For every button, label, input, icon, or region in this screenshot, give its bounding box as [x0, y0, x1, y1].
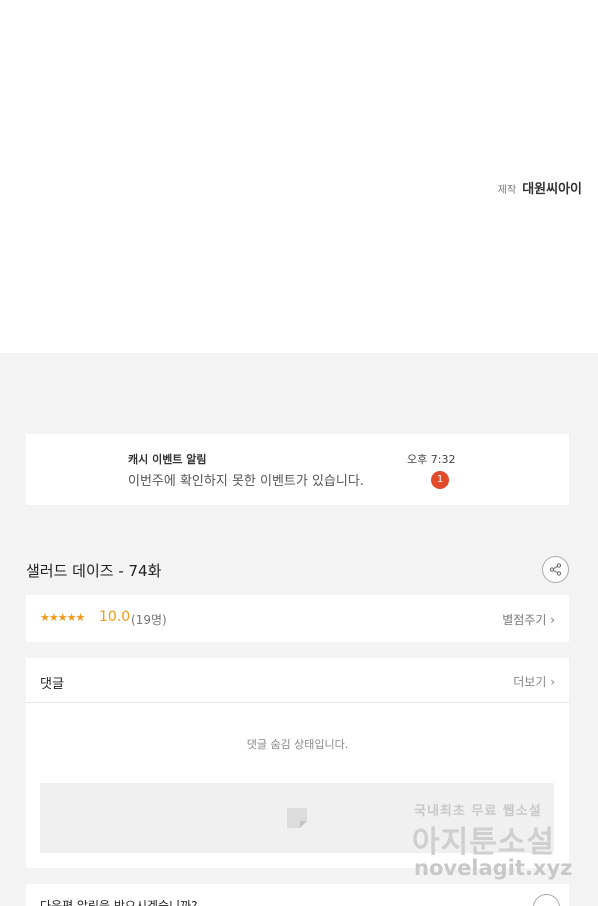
rating-bar: ★★★★★ 10.0 (19명) 별점주기 › [26, 595, 569, 642]
notification-message: 이번주에 확인하지 못한 이벤트가 있습니다. [128, 474, 364, 489]
notification-title: 캐시 이벤트 알림 [128, 453, 207, 466]
credit-name: 대원씨아이 [522, 182, 582, 197]
comment-placeholder-icon [287, 808, 307, 828]
comments-title: 댓글 [40, 677, 64, 692]
rating-score: 10.0 [99, 609, 131, 625]
episode-title: 샐러드 데이즈 - 74화 [26, 562, 162, 580]
next-episode-alert-card: 다음편 알림을 받으시겠습니까? [26, 884, 569, 906]
comments-more-link[interactable]: 더보기 › [513, 673, 555, 690]
credit-label: 제작 [497, 185, 517, 196]
rating-stars: ★★★★★ [40, 611, 85, 624]
cash-event-notification[interactable]: 캐시 이벤트 알림 이번주에 확인하지 못한 이벤트가 있습니다. 오후 7:3… [26, 434, 569, 505]
next-episode-prompt: 다음편 알림을 받으시겠습니까? [40, 899, 198, 906]
notification-badge: 1 [431, 471, 449, 489]
alert-toggle-button[interactable] [533, 894, 560, 906]
share-icon [549, 563, 562, 576]
rate-button[interactable]: 별점주기 › [502, 611, 555, 628]
comments-section: 댓글 더보기 › 댓글 숨김 상태입니다. [26, 658, 569, 868]
notification-time: 오후 7:32 [407, 453, 456, 466]
production-credit: 제작 대원씨아이 [498, 178, 582, 197]
comment-input-area[interactable] [40, 783, 554, 853]
comments-header: 댓글 더보기 › [26, 658, 569, 703]
comments-hidden-message: 댓글 숨김 상태입니다. [246, 738, 349, 751]
viewer-content-area: 제작 대원씨아이 [0, 0, 598, 353]
rating-count: (19명) [131, 613, 167, 627]
share-button[interactable] [542, 556, 569, 583]
